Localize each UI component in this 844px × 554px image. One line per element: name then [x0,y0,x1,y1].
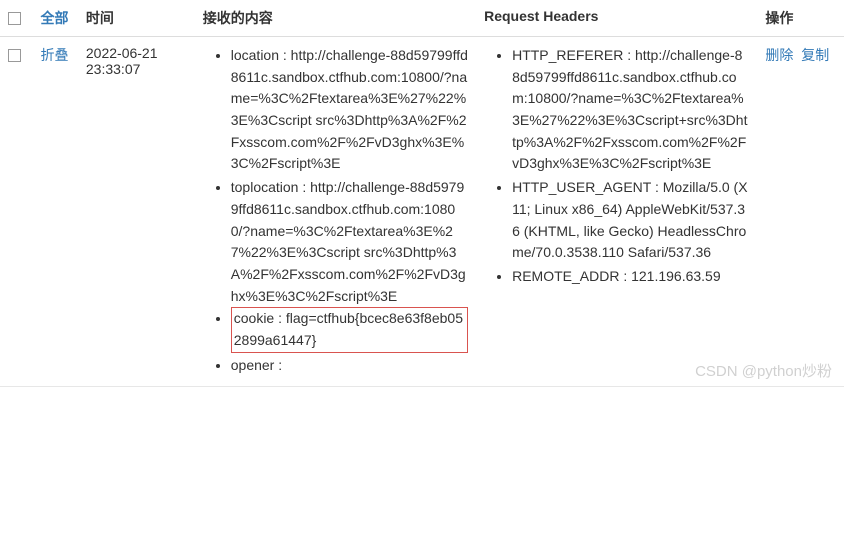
header-item-referer: HTTP_REFERER : http://challenge-88d59799… [512,45,749,175]
received-list: location : http://challenge-88d59799ffd8… [203,45,468,376]
select-all-checkbox[interactable] [8,12,21,25]
header-item-user-agent: HTTP_USER_AGENT : Mozilla/5.0 (X11; Linu… [512,177,749,264]
received-item-toplocation: toplocation : http://challenge-88d59799f… [231,177,468,307]
col-header-time: 时间 [78,0,195,37]
copy-link[interactable]: 复制 [801,47,829,63]
cell-request-headers: HTTP_REFERER : http://challenge-88d59799… [476,37,757,387]
col-header-ops: 操作 [757,0,844,37]
cell-ops: 删除 复制 [757,37,844,387]
col-header-received: 接收的内容 [195,0,476,37]
col-header-request-headers: Request Headers [476,0,757,37]
select-all-link[interactable]: 全部 [40,10,68,26]
records-table: 全部 时间 接收的内容 Request Headers 操作 折叠 2022-0… [0,0,844,387]
header-row: 全部 时间 接收的内容 Request Headers 操作 [0,0,844,37]
time-value: 2022-06-21 23:33:07 [86,45,158,77]
received-item-location: location : http://challenge-88d59799ffd8… [231,45,468,175]
request-headers-list: HTTP_REFERER : http://challenge-88d59799… [484,45,749,288]
cell-time: 2022-06-21 23:33:07 [78,37,195,387]
collapse-link[interactable]: 折叠 [40,47,68,63]
cookie-highlight: cookie : flag=ctfhub{bcec8e63f8eb052899a… [231,307,468,352]
header-item-remote-addr: REMOTE_ADDR : 121.196.63.59 [512,266,749,288]
received-item-cookie: cookie : flag=ctfhub{bcec8e63f8eb052899a… [231,307,468,352]
delete-link[interactable]: 删除 [765,47,793,63]
row-checkbox[interactable] [8,49,21,62]
table-row: 折叠 2022-06-21 23:33:07 location : http:/… [0,37,844,387]
received-item-opener: opener : [231,355,468,377]
cell-received: location : http://challenge-88d59799ffd8… [195,37,476,387]
